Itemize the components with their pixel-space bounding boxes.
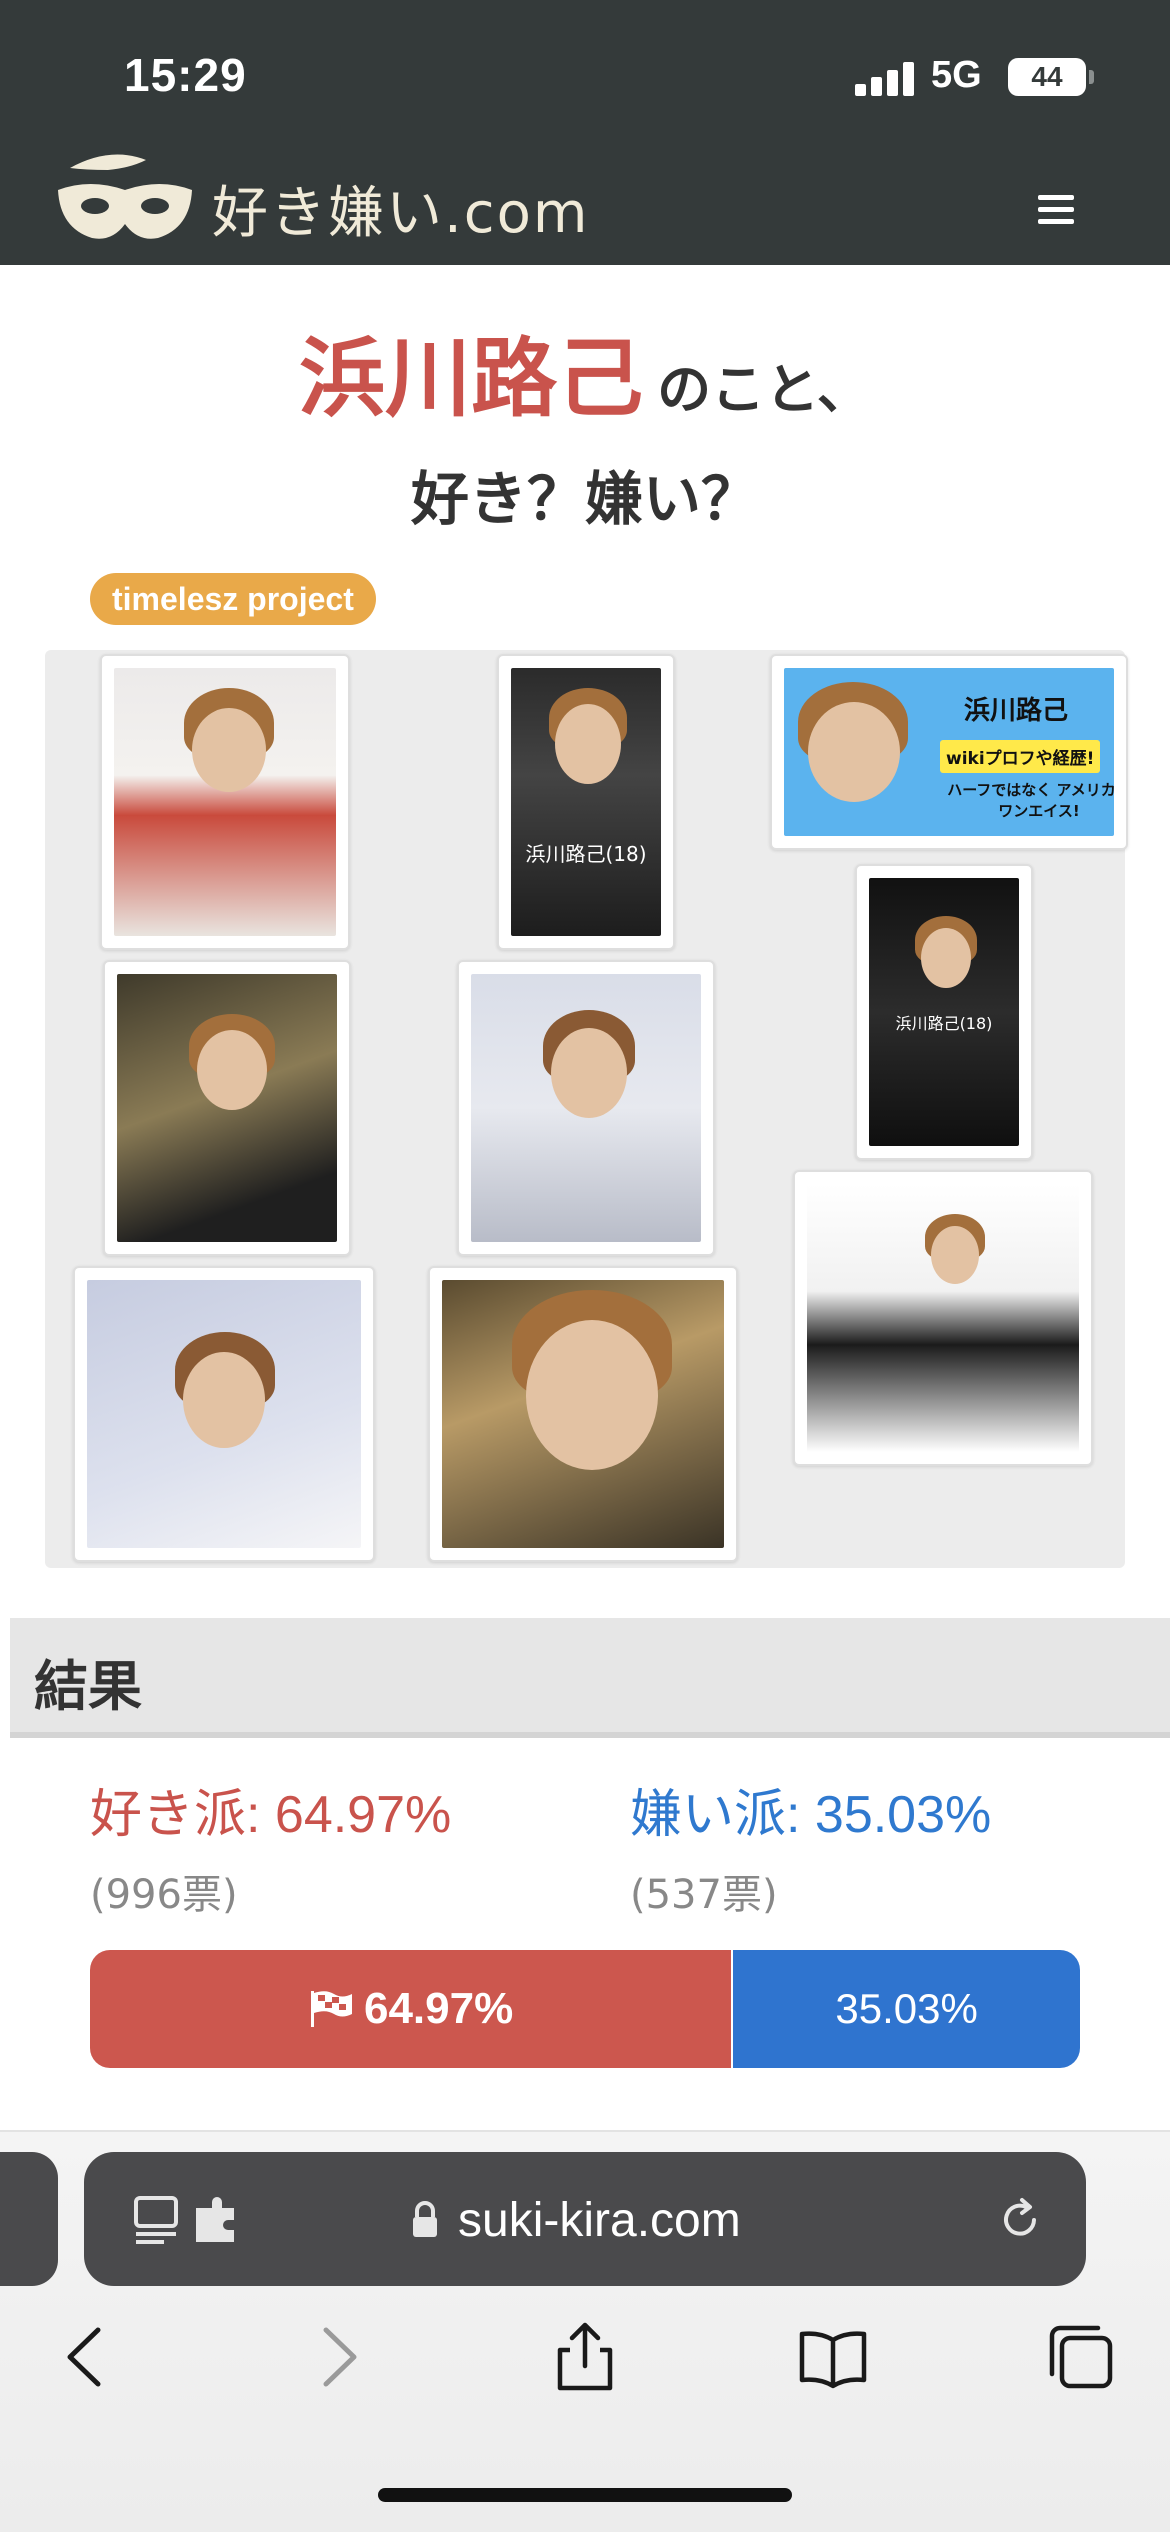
photo-image	[117, 974, 337, 1242]
dislike-percentage: 嫌い派: 35.03%	[630, 1786, 992, 1844]
title-suffix: のこと、	[657, 358, 871, 421]
photo-thumbnail[interactable]	[100, 654, 350, 950]
results-header: 結果	[10, 1618, 1170, 1738]
lock-icon	[413, 2201, 437, 2237]
share-icon[interactable]	[550, 2322, 620, 2392]
battery-icon: 44	[1008, 58, 1086, 96]
status-time: 15:29	[124, 49, 247, 101]
tag-badge[interactable]: timelesz project	[90, 573, 376, 625]
like-vote-count: (996票)	[90, 1872, 238, 1918]
dislike-bar-label: 35.03%	[835, 1985, 978, 2032]
photo-thumbnail[interactable]	[103, 960, 351, 1256]
photo-subtitle: ハーフではなく アメリカのワンエイス!	[947, 781, 1114, 820]
checkered-flag-icon	[310, 1991, 352, 2027]
site-logo-text[interactable]: 好き嫌い.com	[212, 168, 589, 249]
photo-image: 浜川路己(18)	[869, 878, 1019, 1146]
photo-image	[471, 974, 701, 1242]
photo-thumbnail[interactable]	[457, 960, 715, 1256]
photo-image: 浜川路己(18)	[511, 668, 661, 936]
previous-tab-handle[interactable]	[0, 2152, 58, 2286]
page-title: 浜川路己 のこと、	[0, 308, 1170, 433]
mask-logo-icon[interactable]	[50, 150, 200, 250]
back-icon[interactable]	[52, 2322, 122, 2392]
dislike-bar: 35.03%	[733, 1950, 1080, 2068]
network-type: 5G	[931, 54, 982, 96]
reload-icon[interactable]	[996, 2196, 1044, 2244]
person-name: 浜川路己	[299, 329, 644, 429]
dislike-vote-count: (537票)	[630, 1872, 778, 1918]
results-title: 結果	[34, 1655, 142, 1718]
page-question: 好き？嫌い？	[410, 465, 759, 533]
url-text[interactable]: suki-kira.com	[458, 2193, 741, 2248]
battery-cap	[1089, 70, 1094, 84]
site-header: 15:29 5G 44 好き嫌い.com	[0, 0, 1170, 265]
photo-thumbnail[interactable]	[428, 1266, 738, 1562]
photo-thumbnail[interactable]: 浜川路己(18)	[855, 864, 1033, 1160]
battery-level: 44	[1031, 61, 1063, 92]
photo-image	[442, 1280, 724, 1548]
tabs-icon[interactable]	[1046, 2322, 1116, 2392]
hamburger-menu-icon[interactable]	[1038, 195, 1074, 225]
photo-image: 浜川路己 wikiプロフや経歴! ハーフではなく アメリカのワンエイス!	[784, 668, 1114, 836]
photo-image	[807, 1184, 1079, 1452]
photo-thumbnail[interactable]: 浜川路己 wikiプロフや経歴! ハーフではなく アメリカのワンエイス!	[770, 654, 1128, 850]
photo-thumbnail[interactable]	[793, 1170, 1093, 1466]
home-indicator[interactable]	[378, 2488, 792, 2502]
forward-icon[interactable]	[302, 2322, 372, 2392]
photo-title: 浜川路己	[964, 696, 1069, 726]
photo-thumbnail[interactable]: 浜川路己(18)	[497, 654, 675, 950]
like-bar-label: 64.97%	[363, 1984, 514, 2033]
photo-image	[114, 668, 336, 936]
result-progress-bar: 64.97% 35.03%	[90, 1950, 1080, 2068]
reader-extensions-icon[interactable]	[134, 2194, 254, 2246]
photo-caption: 浜川路己(18)	[525, 842, 647, 866]
signal-icon	[855, 62, 915, 96]
like-percentage: 好き派: 64.97%	[90, 1786, 452, 1844]
bookmarks-icon[interactable]	[798, 2322, 868, 2392]
photo-caption: 浜川路己(18)	[895, 1014, 993, 1033]
photo-collage: 浜川路己(18) 浜川路己 wikiプロフや経歴! ハーフではなく アメリカのワ…	[45, 650, 1128, 1568]
photo-tag: wikiプロフや経歴!	[940, 740, 1101, 773]
like-bar: 64.97%	[90, 1950, 734, 2068]
photo-thumbnail[interactable]	[73, 1266, 375, 1562]
photo-image	[87, 1280, 361, 1548]
